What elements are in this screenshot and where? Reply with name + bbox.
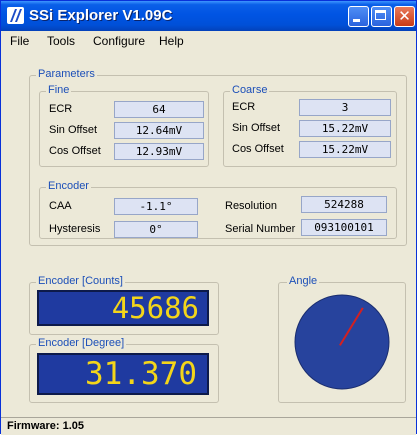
menu-configure[interactable]: Configure bbox=[93, 34, 145, 48]
coarse-ecr-field: 3 bbox=[299, 99, 391, 116]
fine-sin-offset-field: 12.64mV bbox=[114, 122, 204, 139]
coarse-cos-offset-field: 15.22mV bbox=[299, 141, 391, 158]
encoder-degree-display: 31.370 bbox=[37, 353, 209, 395]
maximize-icon bbox=[375, 10, 386, 20]
resolution-field: 524288 bbox=[301, 196, 387, 213]
fine-ecr-label: ECR bbox=[49, 103, 73, 115]
coarse-cos-offset-label: Cos Offset bbox=[232, 143, 284, 155]
caa-label: CAA bbox=[49, 200, 72, 212]
fine-cos-offset-field: 12.93mV bbox=[114, 143, 204, 160]
hysteresis-field: 0° bbox=[114, 221, 198, 238]
encoder-group-label: Encoder bbox=[46, 180, 91, 192]
title-bar[interactable]: SSi Explorer V1.09C ✕ bbox=[1, 1, 416, 31]
close-button[interactable]: ✕ bbox=[394, 6, 415, 27]
menu-tools[interactable]: Tools bbox=[47, 34, 75, 48]
coarse-sin-offset-field: 15.22mV bbox=[299, 120, 391, 137]
minimize-button[interactable] bbox=[348, 6, 369, 27]
fine-ecr-field: 64 bbox=[114, 101, 204, 118]
fine-sin-offset-label: Sin Offset bbox=[49, 124, 98, 136]
serial-number-label: Serial Number bbox=[225, 223, 296, 235]
fine-cos-offset-label: Cos Offset bbox=[49, 145, 101, 157]
fine-group-label: Fine bbox=[46, 84, 72, 96]
menu-file[interactable]: File bbox=[10, 34, 29, 48]
status-bar: Firmware: 1.05 bbox=[1, 417, 416, 435]
coarse-ecr-label: ECR bbox=[232, 101, 256, 113]
caa-field: -1.1° bbox=[114, 198, 198, 215]
coarse-group-label: Coarse bbox=[230, 84, 270, 96]
serial-number-field: 093100101 bbox=[301, 219, 387, 236]
parameters-group-label: Parameters bbox=[36, 68, 97, 80]
coarse-sin-offset-label: Sin Offset bbox=[232, 122, 281, 134]
maximize-button[interactable] bbox=[371, 6, 392, 27]
hysteresis-label: Hysteresis bbox=[49, 223, 101, 235]
encoder-counts-display: 45686 bbox=[37, 290, 209, 326]
minimize-icon bbox=[353, 19, 360, 22]
resolution-label: Resolution bbox=[225, 200, 277, 212]
window-title: SSi Explorer V1.09C bbox=[29, 7, 173, 24]
firmware-version: Firmware: 1.05 bbox=[7, 420, 85, 432]
app-window: SSi Explorer V1.09C ✕ File Tools Configu… bbox=[0, 0, 417, 435]
angle-dial bbox=[294, 294, 390, 390]
menu-help[interactable]: Help bbox=[159, 34, 184, 48]
app-logo-icon bbox=[7, 7, 24, 24]
encoder-counts-group-label: Encoder [Counts] bbox=[36, 275, 125, 287]
angle-group-label: Angle bbox=[287, 275, 320, 287]
menu-bar: File Tools Configure Help bbox=[1, 31, 416, 51]
close-icon: ✕ bbox=[398, 7, 411, 25]
encoder-degree-group-label: Encoder [Degree] bbox=[36, 337, 127, 349]
